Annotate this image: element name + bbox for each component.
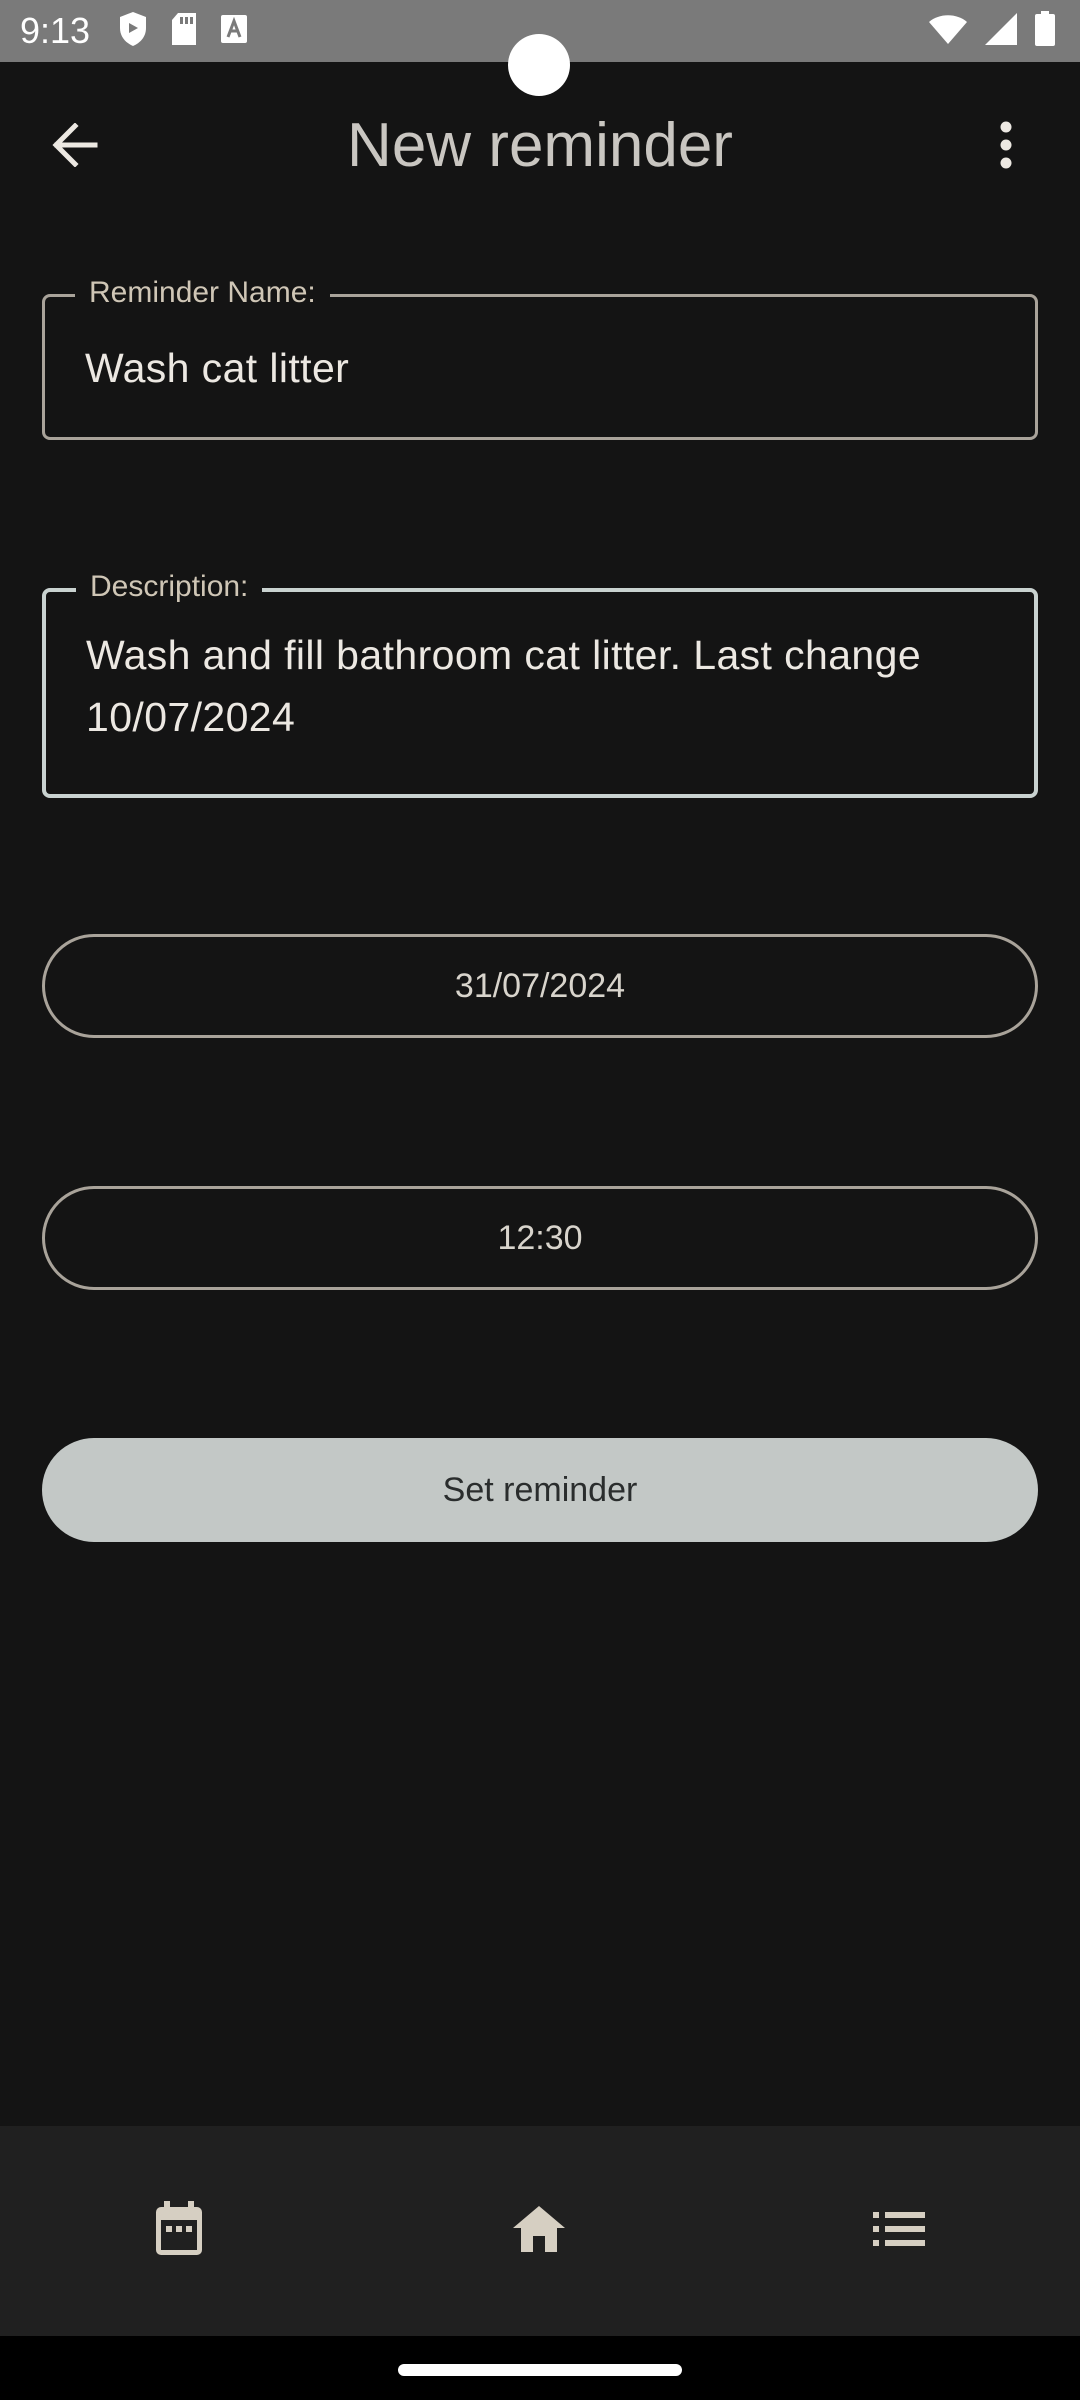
reminder-name-field[interactable]: Reminder Name: Wash cat litter xyxy=(42,275,1038,440)
set-reminder-button[interactable]: Set reminder xyxy=(42,1438,1038,1542)
description-label: Description: xyxy=(76,569,263,605)
camera-cutout xyxy=(508,34,570,96)
more-vert-icon xyxy=(999,121,1013,174)
status-time: 9:13 xyxy=(20,10,91,51)
nav-item-calendar[interactable] xyxy=(134,2186,224,2276)
shield-icon xyxy=(118,11,148,52)
home-icon xyxy=(512,2205,566,2258)
arrow-back-icon xyxy=(51,121,99,172)
description-value[interactable]: Wash and fill bathroom cat litter. Last … xyxy=(86,624,994,748)
font-a-icon xyxy=(220,14,248,49)
list-icon xyxy=(873,2211,925,2252)
status-left-icons xyxy=(118,11,248,52)
page-title: New reminder xyxy=(347,111,733,180)
description-field[interactable]: Description: Wash and fill bathroom cat … xyxy=(42,569,1038,798)
status-right-icons xyxy=(928,10,1056,52)
reminder-name-label: Reminder Name: xyxy=(75,275,330,311)
date-picker-button[interactable]: 31/07/2024 xyxy=(42,934,1038,1038)
signal-icon xyxy=(984,12,1018,51)
overflow-menu-button[interactable] xyxy=(978,112,1034,182)
reminder-name-value[interactable]: Wash cat litter xyxy=(85,337,995,399)
calendar-icon xyxy=(154,2200,204,2262)
time-picker-button[interactable]: 12:30 xyxy=(42,1186,1038,1290)
nav-item-home[interactable] xyxy=(494,2186,584,2276)
wifi-icon xyxy=(928,13,968,50)
back-button[interactable] xyxy=(40,112,110,182)
nav-item-list[interactable] xyxy=(854,2186,944,2276)
sd-card-icon xyxy=(170,12,198,51)
battery-icon xyxy=(1034,10,1056,52)
gesture-handle[interactable] xyxy=(398,2364,682,2376)
